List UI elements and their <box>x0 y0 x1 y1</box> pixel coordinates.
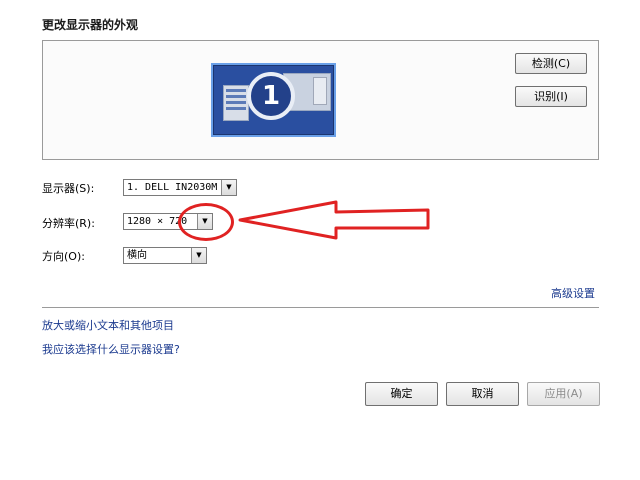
annotation-arrow-icon <box>238 200 430 240</box>
monitor-number-badge: 1 <box>247 72 295 120</box>
chevron-down-icon[interactable]: ▼ <box>191 248 206 263</box>
display-label: 显示器(S): <box>42 182 95 195</box>
apply-button[interactable]: 应用(A) <box>527 382 600 406</box>
monitor-1-thumbnail[interactable]: 1 <box>211 63 336 137</box>
display-select[interactable]: 1. DELL IN2030M ▼ <box>123 179 237 196</box>
resolution-label: 分辨率(R): <box>42 217 95 230</box>
annotation-circle <box>178 203 234 241</box>
orientation-select[interactable]: 横向 ▼ <box>123 247 207 264</box>
monitor-window-icon <box>223 85 249 121</box>
text-size-link[interactable]: 放大或缩小文本和其他项目 <box>42 317 174 333</box>
ok-button[interactable]: 确定 <box>365 382 438 406</box>
chevron-down-icon[interactable]: ▼ <box>221 180 236 195</box>
detect-button[interactable]: 检测(C) <box>515 53 587 74</box>
orientation-select-value: 横向 <box>127 250 147 261</box>
display-select-value: 1. DELL IN2030M <box>127 182 218 193</box>
divider <box>42 307 599 308</box>
advanced-settings-link[interactable]: 高级设置 <box>551 285 595 301</box>
orientation-label: 方向(O): <box>42 250 85 263</box>
identify-button[interactable]: 识别(I) <box>515 86 587 107</box>
page-title: 更改显示器的外观 <box>42 18 139 32</box>
cancel-button[interactable]: 取消 <box>446 382 519 406</box>
display-settings-help-link[interactable]: 我应该选择什么显示器设置? <box>42 341 180 357</box>
